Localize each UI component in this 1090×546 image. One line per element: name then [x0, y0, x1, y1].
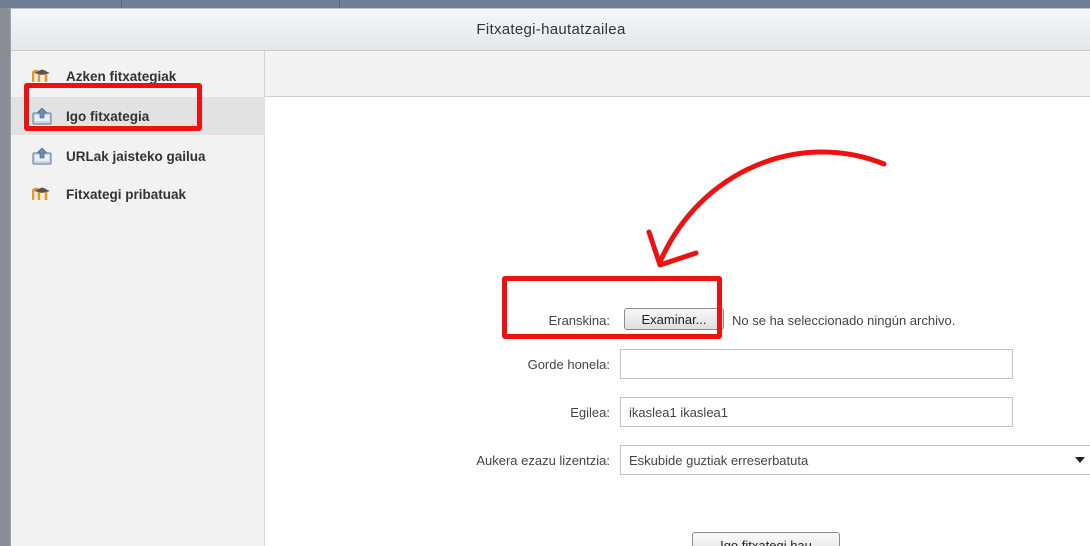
- author-label: Egilea:: [570, 405, 610, 420]
- license-label: Aukera ezazu lizentzia:: [476, 453, 610, 468]
- no-file-selected-text: No se ha seleccionado ningún archivo.: [732, 313, 956, 328]
- sidebar-item-label: Igo fitxategia: [66, 108, 150, 124]
- sidebar-item-recent-files[interactable]: Azken fitxategiak: [11, 57, 265, 95]
- save-as-input[interactable]: [620, 349, 1013, 379]
- sidebar-item-private-files[interactable]: Fitxategi pribatuak: [11, 175, 265, 213]
- sidebar-item-label: URLak jaisteko gailua: [66, 148, 206, 164]
- background-window-strip: [0, 0, 1090, 8]
- file-picker-dialog: Fitxategi-hautatzailea Azken fitxategiak…: [10, 8, 1090, 546]
- upload-file-button[interactable]: Igo fitxategi hau: [692, 532, 840, 546]
- sidebar-item-label: Azken fitxategiak: [66, 68, 177, 84]
- license-selected-value: Eskubide guztiak erreserbatuta: [629, 452, 809, 468]
- repository-sidebar: Azken fitxategiak Igo fitxategia URLak j…: [11, 51, 265, 546]
- sidebar-item-url-downloader[interactable]: URLak jaisteko gailua: [11, 137, 265, 175]
- browse-file-button[interactable]: Examinar...: [624, 308, 724, 330]
- panel-toolbar: [265, 51, 1090, 97]
- dialog-title: Fitxategi-hautatzailea: [11, 9, 1090, 51]
- author-input[interactable]: [620, 397, 1013, 427]
- attachment-label: Eranskina:: [548, 313, 610, 328]
- upload-form-panel: Eranskina: Examinar... No se ha seleccio…: [265, 51, 1090, 546]
- sidebar-item-upload-file[interactable]: Igo fitxategia: [11, 97, 265, 135]
- url-download-icon: [31, 147, 53, 165]
- dropdown-arrow-icon: [1075, 457, 1085, 463]
- upload-icon: [31, 107, 53, 125]
- moodle-icon: [31, 185, 53, 203]
- save-as-label: Gorde honela:: [527, 357, 610, 372]
- sidebar-item-label: Fitxategi pribatuak: [66, 186, 187, 202]
- license-select[interactable]: Eskubide guztiak erreserbatuta: [620, 445, 1090, 475]
- moodle-icon: [31, 67, 53, 85]
